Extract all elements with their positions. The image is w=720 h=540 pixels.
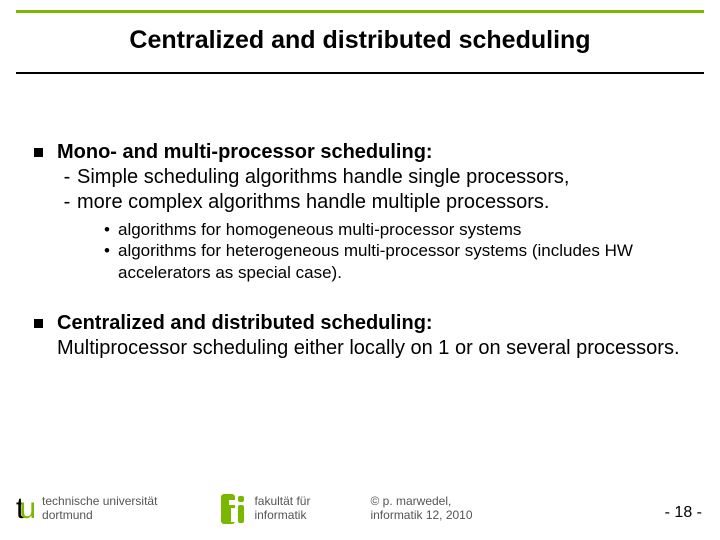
dot-item: • algorithms for heterogeneous multi-pro… [104,240,686,283]
content-area: Mono- and multi-processor scheduling: - … [34,140,686,389]
dot-item: • algorithms for homogeneous multi-proce… [104,219,686,240]
bullet-1: Mono- and multi-processor scheduling: - … [34,140,686,283]
bullet-1-head-text: Mono- and multi-processor scheduling: [57,140,433,165]
fak-line1: fakultät für [254,495,310,509]
bullet-2-head: Centralized and distributed scheduling: … [34,311,686,361]
dot-text: algorithms for heterogeneous multi-proce… [118,240,686,283]
dash-item: - more complex algorithms handle multipl… [57,190,686,215]
tu-logo: t u [16,494,34,524]
uni-line1: technische universität [42,495,157,509]
dash-icon: - [57,190,77,215]
dash-text: Simple scheduling algorithms handle sing… [77,165,569,190]
dot-icon: • [104,240,118,283]
bullet-2: Centralized and distributed scheduling: … [34,311,686,361]
slide: Centralized and distributed scheduling M… [0,0,720,540]
copy-line2: informatik 12, 2010 [370,509,472,523]
copyright: © p. marwedel, informatik 12, 2010 [370,495,472,523]
fi-logo-i [238,496,244,523]
title-area: Centralized and distributed scheduling [0,26,720,55]
title-underline [16,72,704,74]
bullet-2-body-text: Multiprocessor scheduling either locally… [57,336,686,361]
bullet-1-sub: • algorithms for homogeneous multi-proce… [104,219,686,283]
top-accent-rule [16,10,704,13]
uni-line2: dortmund [42,509,157,523]
faculty-name: fakultät für informatik [254,495,310,523]
page-number: - 18 - [665,504,702,522]
dash-item: - Simple scheduling algorithms handle si… [57,165,686,190]
dash-text: more complex algorithms handle multiple … [77,190,549,215]
dash-icon: - [57,165,77,190]
bullet-2-head-text: Centralized and distributed scheduling: [57,312,433,334]
bullet-1-body: - Simple scheduling algorithms handle si… [57,165,686,215]
square-bullet-icon [34,319,43,328]
fak-line2: informatik [254,509,310,523]
bullet-1-head: Mono- and multi-processor scheduling: [34,140,686,165]
fi-logo [221,494,244,524]
slide-title: Centralized and distributed scheduling [129,26,590,54]
tu-logo-u: u [19,494,34,524]
footer: t u technische universität dortmund faku… [0,488,720,530]
copy-line1: © p. marwedel, [370,495,472,509]
dot-icon: • [104,219,118,240]
dot-text: algorithms for homogeneous multi-process… [118,219,521,240]
university-name: technische universität dortmund [42,495,157,523]
fi-logo-f [221,494,235,524]
square-bullet-icon [34,148,43,157]
